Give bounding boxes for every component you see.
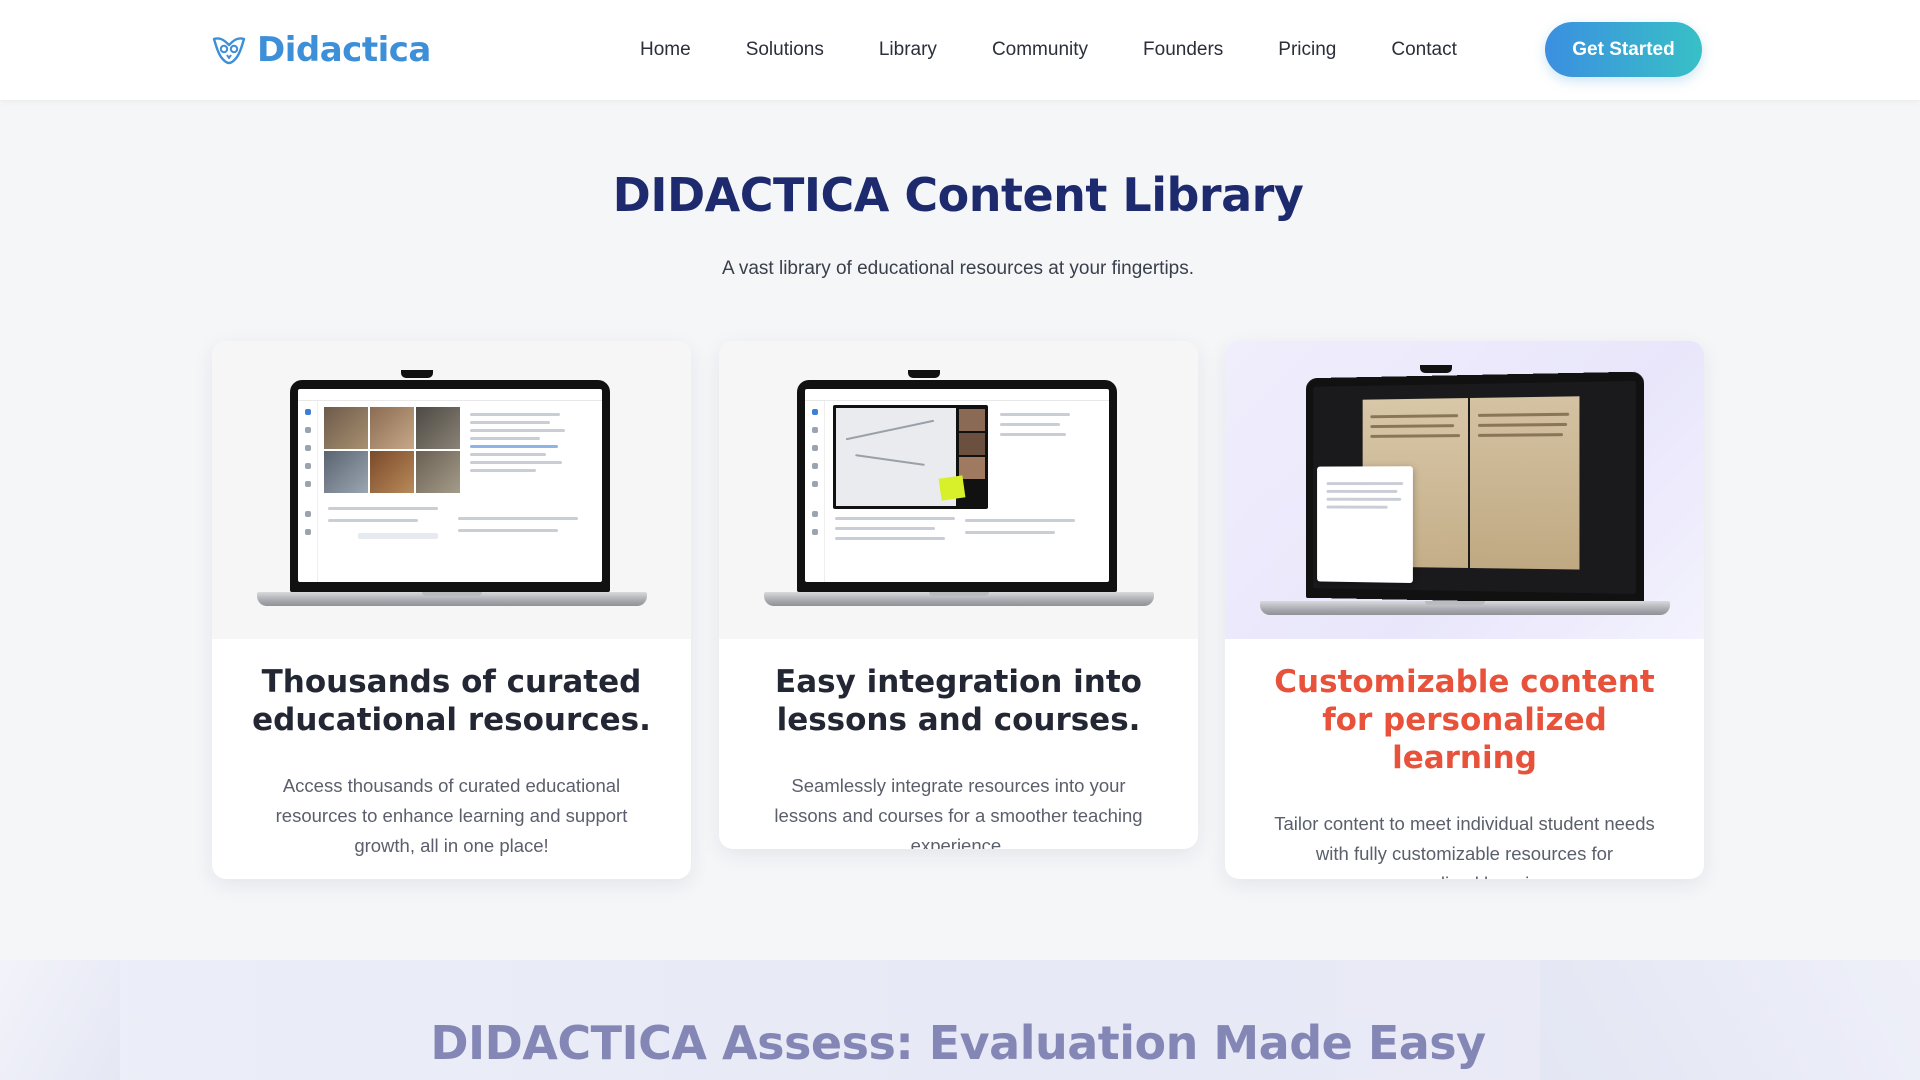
nav-link-pricing[interactable]: Pricing	[1278, 39, 1336, 61]
nav-links: Home Solutions Library Community Founder…	[640, 0, 1512, 100]
card-title-customizable: Customizable content for personalized le…	[1274, 664, 1655, 776]
nav-link-contact[interactable]: Contact	[1391, 39, 1456, 61]
card-title-integration: Easy integration into lessons and course…	[775, 664, 1142, 738]
get-started-button[interactable]: Get Started	[1545, 22, 1702, 77]
card-image-laptop-reader	[1225, 341, 1704, 639]
nav-link-community[interactable]: Community	[992, 39, 1088, 61]
top-nav: Didactica Home Solutions Library Communi…	[0, 0, 1920, 100]
feature-card-integration: Easy integration into lessons and course…	[719, 341, 1198, 849]
card-body-integration: Seamlessly integrate resources into your…	[774, 775, 1143, 849]
library-subtitle: A vast library of educational resources …	[721, 258, 1195, 279]
card-body-customizable: Tailor content to meet individual studen…	[1274, 813, 1655, 879]
card-image-laptop-library	[212, 341, 691, 639]
library-title: DIDACTICA Content Library	[612, 168, 1304, 222]
nav-link-home[interactable]: Home	[640, 39, 691, 61]
brand-name: Didactica	[257, 30, 431, 70]
card-title-curated: Thousands of curated educational resourc…	[252, 664, 651, 738]
nav-link-founders[interactable]: Founders	[1143, 39, 1223, 61]
owl-logo-icon	[212, 37, 246, 65]
assess-title: DIDACTICA Assess: Evaluation Made Easy	[430, 1016, 1486, 1070]
assess-section: DIDACTICA Assess: Evaluation Made Easy	[0, 960, 1920, 1080]
nav-link-library[interactable]: Library	[879, 39, 937, 61]
card-image-laptop-lesson	[719, 341, 1198, 639]
brand-logo-link[interactable]: Didactica	[211, 28, 431, 72]
feature-card-curated: Thousands of curated educational resourc…	[212, 341, 691, 879]
nav-link-solutions[interactable]: Solutions	[746, 39, 824, 61]
feature-card-customizable: Customizable content for personalized le…	[1225, 341, 1704, 879]
card-body-curated: Access thousands of curated educational …	[275, 775, 628, 856]
